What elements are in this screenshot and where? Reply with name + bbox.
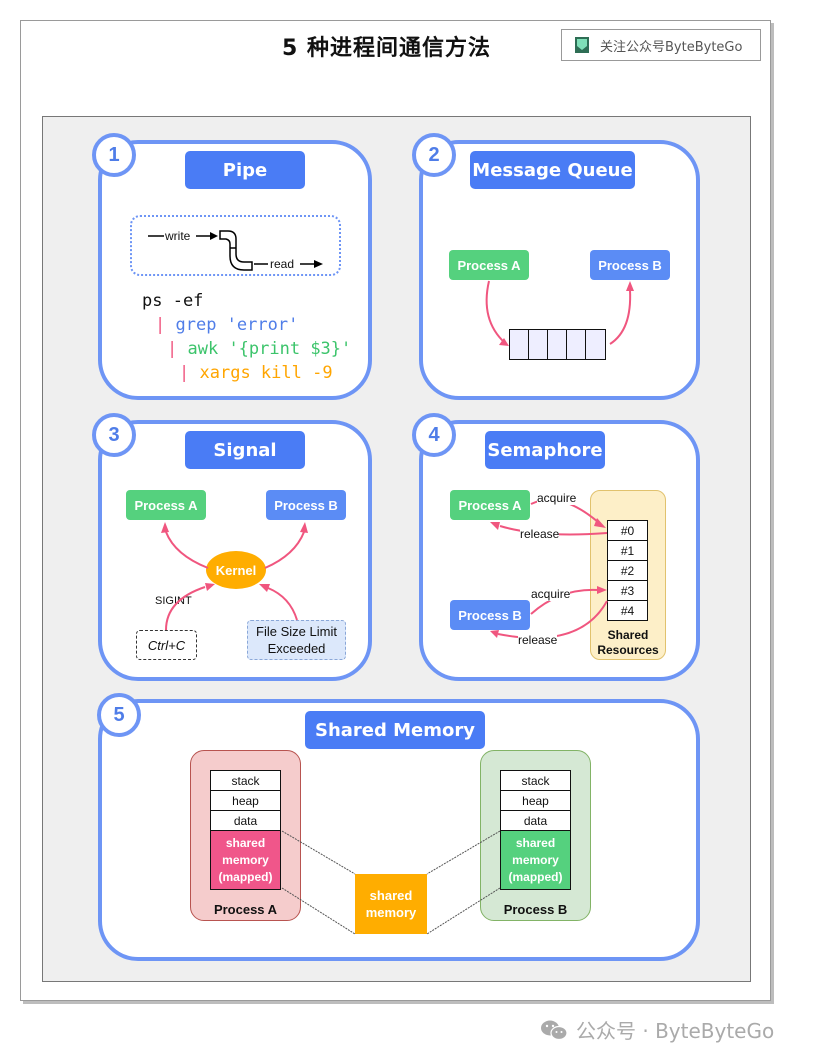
footer-watermark: 公众号 · ByteByteGo <box>540 1015 774 1044</box>
footer-text: 公众号 · ByteByteGo <box>576 1019 775 1043</box>
wechat-icon <box>541 1020 568 1040</box>
shared-memory-links <box>281 830 501 935</box>
